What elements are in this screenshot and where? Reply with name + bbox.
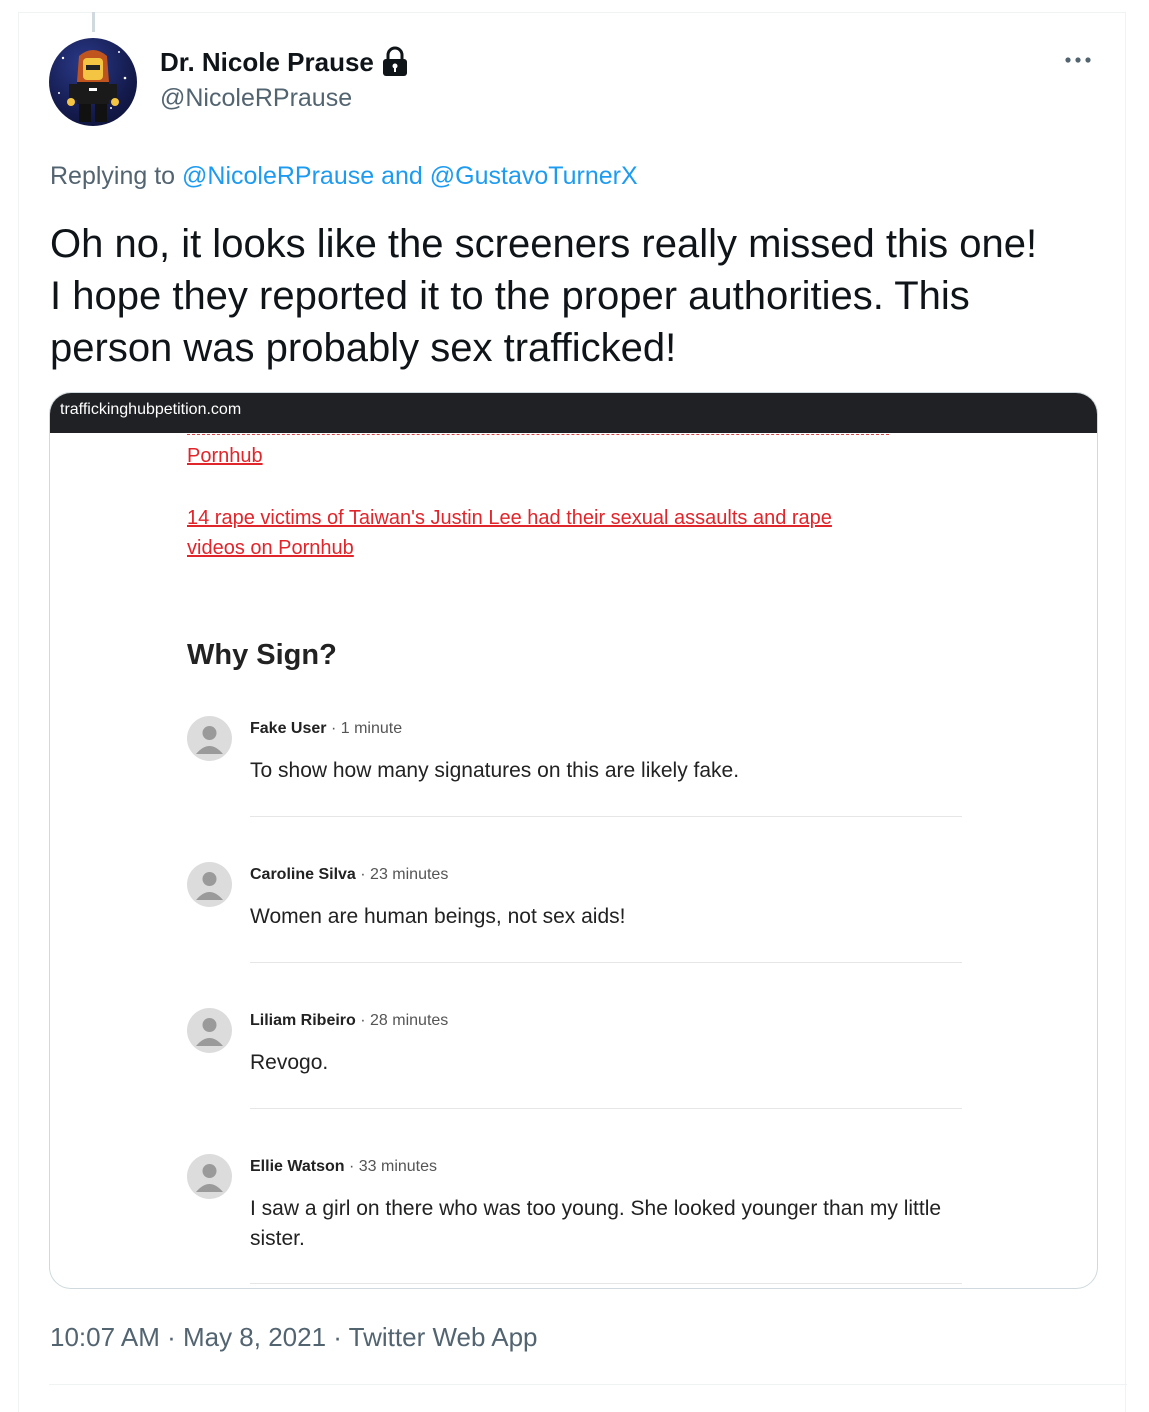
comment-text: Revogo.: [250, 1051, 329, 1074]
default-avatar-icon: [187, 1154, 232, 1199]
comment-meta: Fake User · 1 minute: [250, 720, 402, 738]
avatar[interactable]: [49, 38, 137, 126]
comment-time: · 28 minutes: [360, 1012, 449, 1029]
display-name[interactable]: Dr. Nicole Prause: [160, 46, 410, 78]
reply-mention-link[interactable]: @GustavoTurnerX: [430, 162, 638, 190]
divider: [49, 1384, 1127, 1385]
comment-meta: Caroline Silva · 23 minutes: [250, 866, 448, 884]
comment-author: Caroline Silva: [250, 866, 356, 883]
comment-author: Ellie Watson: [250, 1158, 345, 1175]
comment-meta: Ellie Watson · 33 minutes: [250, 1158, 437, 1176]
article-link: 14 rape victims of Taiwan's Justin Lee h…: [187, 507, 832, 529]
comment-time: · 1 minute: [330, 720, 403, 737]
comment-author: Liliam Ribeiro: [250, 1012, 356, 1029]
reply-mention-link[interactable]: @NicoleRPrause: [182, 162, 374, 190]
lego-figure-icon: [58, 50, 127, 122]
clipped-link-line: [187, 433, 889, 436]
lock-icon: [382, 46, 407, 76]
comment-author: Fake User: [250, 720, 327, 737]
comment-text: To show how many signatures on this are …: [250, 759, 740, 782]
comment-divider: [250, 816, 962, 817]
default-avatar-icon: [187, 862, 232, 907]
attached-image[interactable]: traffickinghubpetition.com Pornhub 14 ra…: [49, 392, 1098, 1289]
comment-text: Women are human beings, not sex aids!: [250, 905, 626, 928]
tweet-text: Oh no, it looks like the screeners reall…: [50, 222, 1038, 370]
default-avatar-icon: [187, 716, 232, 761]
tweet-timestamp[interactable]: 10:07 AM · May 8, 2021 · Twitter Web App: [50, 1322, 538, 1353]
comment-text: I saw a girl on there who was too young.…: [250, 1197, 942, 1250]
comment-time: · 23 minutes: [360, 866, 449, 883]
default-avatar-icon: [187, 1008, 232, 1053]
comment-time: · 33 minutes: [348, 1158, 438, 1175]
url-bar: traffickinghubpetition.com: [50, 393, 1097, 433]
comment-divider: [250, 962, 962, 963]
section-title: Why Sign?: [187, 639, 337, 671]
comment-divider: [250, 1283, 962, 1284]
article-link: videos on Pornhub: [187, 537, 354, 559]
user-handle[interactable]: @NicoleRPrause: [160, 84, 352, 113]
comment-divider: [250, 1108, 962, 1109]
display-name-text: Dr. Nicole Prause: [160, 46, 374, 77]
reply-mention-joiner[interactable]: and: [381, 162, 423, 190]
thread-connector-line: [92, 12, 95, 32]
comment-meta: Liliam Ribeiro · 28 minutes: [250, 1012, 448, 1030]
replying-prefix: Replying to: [50, 162, 176, 190]
replying-to-line: Replying to @NicoleRPrause and @GustavoT…: [50, 162, 638, 191]
more-options-icon[interactable]: [1062, 48, 1094, 72]
article-link: Pornhub: [187, 445, 263, 467]
